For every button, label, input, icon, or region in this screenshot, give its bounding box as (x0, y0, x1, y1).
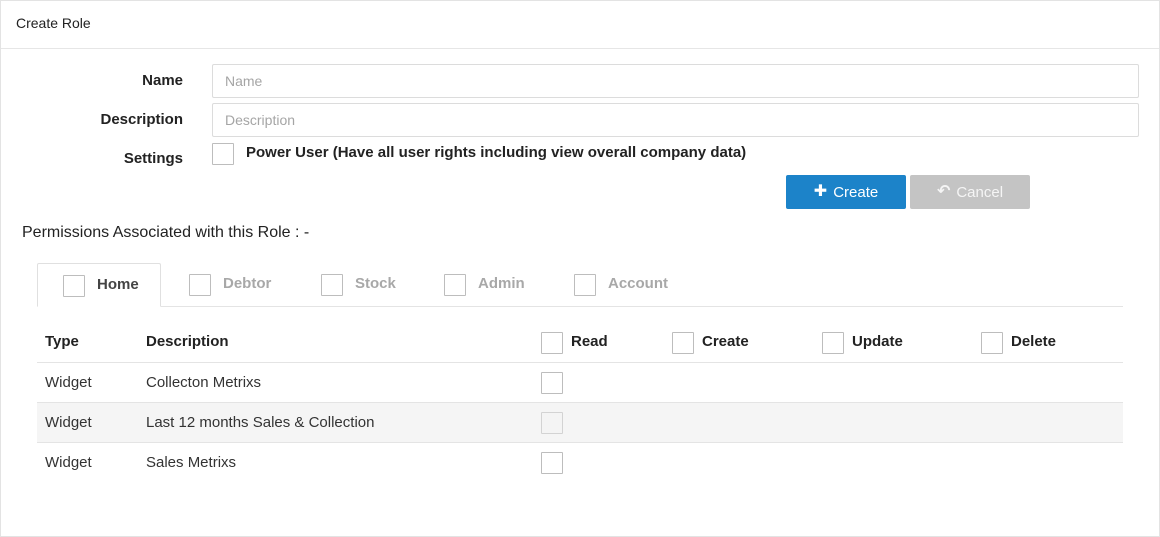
tab-debtor-checkbox[interactable] (189, 274, 211, 296)
tab-admin-checkbox[interactable] (444, 274, 466, 296)
undo-arrow-icon: ↶ (936, 183, 951, 200)
create-button-label: Create (833, 183, 879, 201)
name-input[interactable] (212, 64, 1139, 98)
row-type: Widget (45, 454, 92, 471)
tab-home-label: Home (97, 276, 139, 293)
plus-icon: ✚ (813, 183, 828, 200)
tab-stock[interactable]: Stock (321, 263, 431, 307)
update-all-checkbox[interactable] (822, 332, 844, 354)
cancel-button[interactable]: ↶ Cancel (910, 175, 1030, 209)
row-read-checkbox[interactable] (541, 412, 563, 434)
tab-home[interactable]: Home (37, 263, 161, 307)
description-input[interactable] (212, 103, 1139, 137)
row-type: Widget (45, 374, 92, 391)
tab-home-checkbox[interactable] (63, 275, 85, 297)
power-user-label: Power User (Have all user rights includi… (246, 144, 747, 161)
name-label: Name (142, 72, 183, 89)
column-header-update: Update (852, 333, 903, 350)
tab-admin-label: Admin (478, 275, 525, 292)
tab-debtor[interactable]: Debtor (189, 263, 309, 307)
row-read-checkbox[interactable] (541, 372, 563, 394)
page-title: Create Role (16, 15, 91, 31)
tab-account-label: Account (608, 275, 668, 292)
column-header-description: Description (146, 333, 229, 350)
row-type: Widget (45, 414, 92, 431)
description-label: Description (100, 111, 183, 128)
power-user-checkbox[interactable] (212, 143, 234, 165)
tab-stock-checkbox[interactable] (321, 274, 343, 296)
delete-all-checkbox[interactable] (981, 332, 1003, 354)
settings-label: Settings (123, 150, 183, 167)
table-row: Widget Sales Metrixs (37, 442, 1123, 482)
tab-debtor-label: Debtor (223, 275, 272, 292)
read-all-checkbox[interactable] (541, 332, 563, 354)
panel-header: Create Role (1, 1, 1159, 49)
create-button[interactable]: ✚ Create (786, 175, 906, 209)
tab-stock-label: Stock (355, 275, 396, 292)
tab-admin[interactable]: Admin (444, 263, 554, 307)
column-header-type: Type (45, 333, 79, 350)
create-all-checkbox[interactable] (672, 332, 694, 354)
column-header-create: Create (702, 333, 749, 350)
column-header-read: Read (571, 333, 608, 350)
table-row: Widget Last 12 months Sales & Collection (37, 402, 1123, 442)
row-description: Last 12 months Sales & Collection (146, 414, 375, 431)
row-description: Collecton Metrixs (146, 374, 262, 391)
permissions-title: Permissions Associated with this Role : … (22, 224, 310, 241)
tab-account-checkbox[interactable] (574, 274, 596, 296)
cancel-button-label: Cancel (956, 183, 1004, 201)
row-description: Sales Metrixs (146, 454, 237, 471)
table-row: Widget Collecton Metrixs (37, 362, 1123, 402)
column-header-delete: Delete (1011, 333, 1057, 350)
row-read-checkbox[interactable] (541, 452, 563, 474)
tab-account[interactable]: Account (574, 263, 694, 307)
